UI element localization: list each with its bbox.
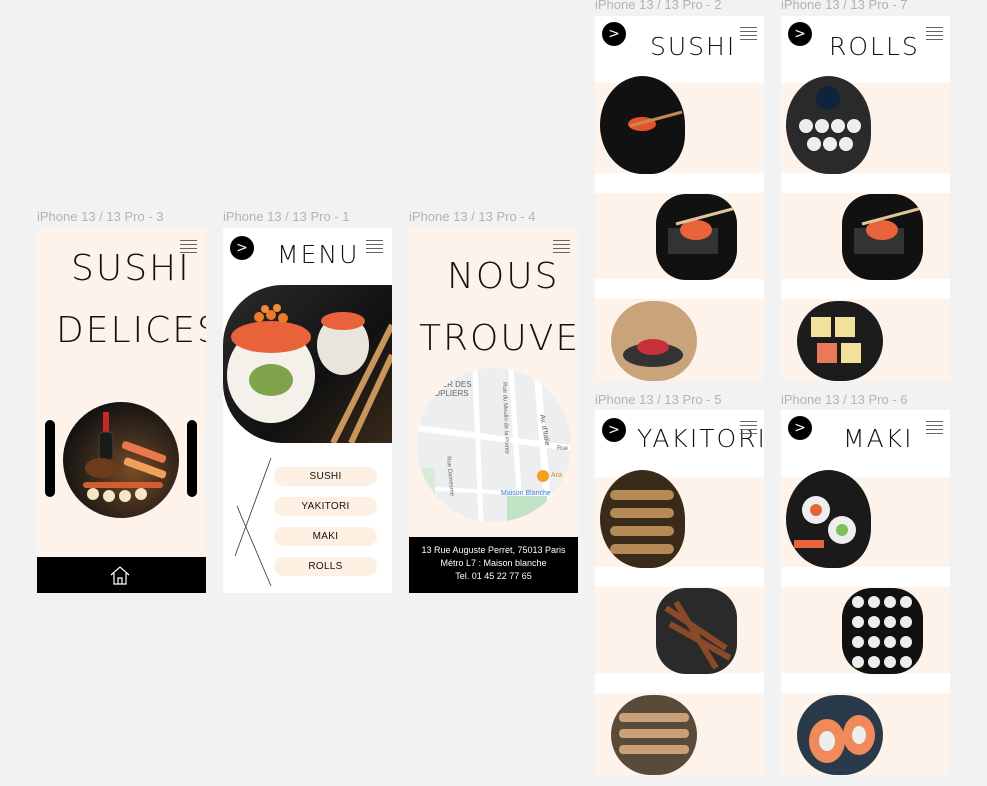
rolls-photo-1 <box>786 76 871 174</box>
home-title-line2: DELICES <box>56 310 206 351</box>
chevron-right-icon[interactable]: > <box>230 236 254 260</box>
map-street-rue: Rue <box>557 446 569 452</box>
sushi-photo-2 <box>656 194 737 280</box>
hamburger-icon[interactable] <box>926 27 943 40</box>
yakitori-photo-2 <box>656 588 737 674</box>
yakitori-photo-1 <box>600 470 685 568</box>
yakitori-photo-3 <box>611 695 697 775</box>
home-title-line1: SUSHI <box>71 248 191 289</box>
menu-item-rolls[interactable]: ROLLS <box>274 557 377 576</box>
chopstick-left <box>45 420 55 497</box>
sushi-title: SUSHI <box>650 32 737 61</box>
address-text: 13 Rue Auguste Perret, 75013 Paris <box>421 545 566 555</box>
frame-label-rolls: iPhone 13 / 13 Pro - 7 <box>781 0 908 12</box>
sushi-screen: > SUSHI <box>595 16 764 381</box>
chevron-right-icon[interactable]: > <box>602 22 626 46</box>
chevron-right-icon[interactable]: > <box>788 416 812 440</box>
menu-title: MENU <box>277 240 360 269</box>
yakitori-screen: > YAKITORI <box>595 410 764 775</box>
home-icon[interactable] <box>109 565 131 585</box>
menu-item-sushi[interactable]: SUSHI <box>274 467 377 486</box>
sushi-plate-image <box>63 402 179 518</box>
frame-label-home: iPhone 13 / 13 Pro - 3 <box>37 209 164 224</box>
map-poi-label: Ara <box>551 472 562 479</box>
find-us-screen: NOUS TROUVER RTIER DES EUPLIERS Rue Dame… <box>409 228 578 593</box>
rolls-photo-3 <box>797 301 883 381</box>
maki-screen: > MAKI <box>781 410 950 775</box>
hamburger-icon[interactable] <box>740 421 757 434</box>
map-image[interactable]: RTIER DES EUPLIERS Rue Damesme Rue du Mo… <box>417 368 571 522</box>
rolls-title: ROLLS <box>829 32 920 61</box>
chopstick-right <box>187 420 197 497</box>
hamburger-icon[interactable] <box>740 27 757 40</box>
find-title-line1: NOUS <box>447 256 560 297</box>
menu-item-yakitori[interactable]: YAKITORI <box>274 497 377 516</box>
hamburger-icon[interactable] <box>366 240 383 253</box>
bottom-bar <box>37 557 206 593</box>
metro-text: Métro L7 : Maison blanche <box>440 558 547 568</box>
sushi-roll-image <box>223 285 392 443</box>
maki-photo-3 <box>797 695 883 775</box>
chevron-right-icon[interactable]: > <box>788 22 812 46</box>
phone-text: Tel. 01 45 22 77 65 <box>455 571 532 581</box>
rolls-screen: > ROLLS <box>781 16 950 381</box>
find-title-line2: TROUVER <box>419 318 578 359</box>
frame-label-yakitori: iPhone 13 / 13 Pro - 5 <box>595 392 722 407</box>
address-box: 13 Rue Auguste Perret, 75013 Paris Métro… <box>409 537 578 593</box>
menu-item-maki[interactable]: MAKI <box>274 527 377 546</box>
hamburger-icon[interactable] <box>926 421 943 434</box>
maki-photo-2 <box>842 588 923 674</box>
map-district-label: RTIER DES EUPLIERS <box>429 380 472 398</box>
frame-label-find: iPhone 13 / 13 Pro - 4 <box>409 209 536 224</box>
frame-label-maki: iPhone 13 / 13 Pro - 6 <box>781 392 908 407</box>
home-screen: SUSHI DELICES <box>37 228 206 593</box>
sushi-photo-3 <box>611 301 697 381</box>
rolls-photo-2 <box>842 194 923 280</box>
chopsticks-decoration <box>234 457 272 587</box>
frame-label-sushi: iPhone 13 / 13 Pro - 2 <box>595 0 722 12</box>
sushi-photo-1 <box>600 76 685 174</box>
map-metro-label: Maison Blanche <box>501 490 551 497</box>
maki-title: MAKI <box>843 424 914 453</box>
frame-label-menu: iPhone 13 / 13 Pro - 1 <box>223 209 350 224</box>
chevron-right-icon[interactable]: > <box>602 418 626 442</box>
menu-screen: > MENU SUSHI YAKITORI MAKI ROLLS <box>223 228 392 593</box>
hamburger-icon[interactable] <box>553 240 570 253</box>
maki-photo-1 <box>786 470 871 568</box>
